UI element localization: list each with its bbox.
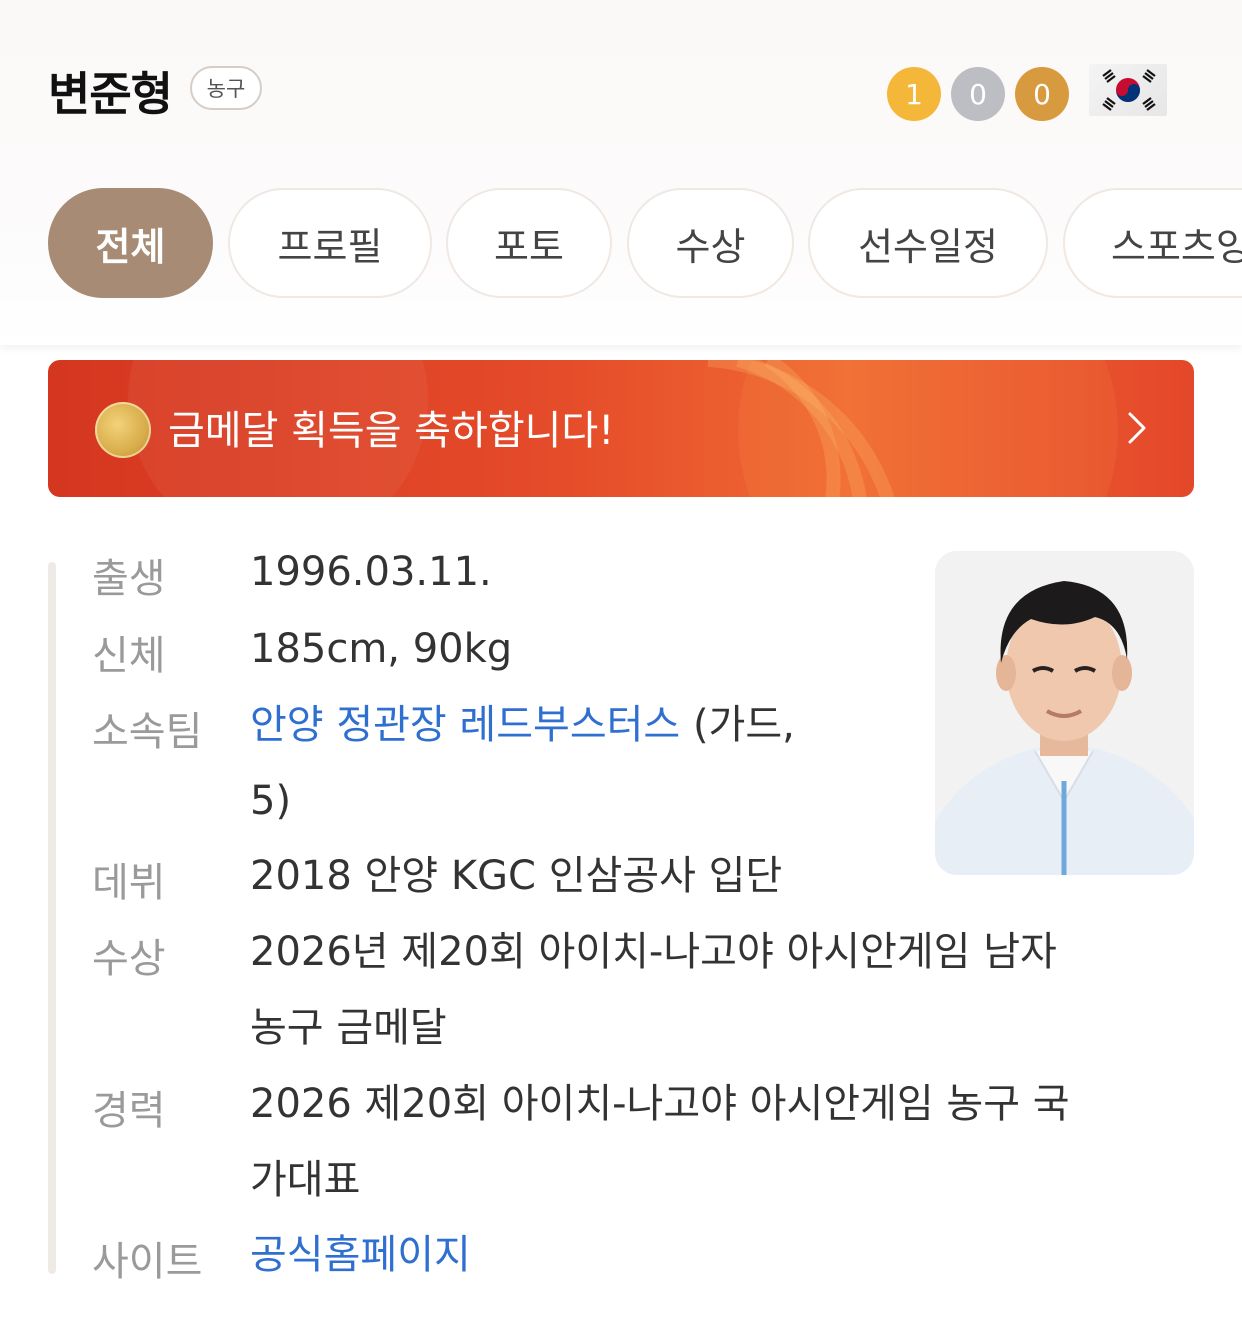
career-value-line1: 2026 제20회 아이치-나고야 아시안게임 농구 국	[250, 1081, 1070, 1127]
debut-label: 데뷔	[92, 860, 166, 906]
athlete-photo[interactable]	[935, 551, 1194, 875]
tab-sporting[interactable]: 스포츠잉	[1063, 188, 1242, 298]
gold-medal-count: 1	[887, 67, 941, 121]
athlete-name: 변준형	[48, 67, 173, 121]
sport-badge: 농구	[190, 66, 262, 110]
team-value: 안양 정관장 레드부스터스 (가드,	[250, 687, 795, 763]
birth-label: 출생	[92, 556, 166, 602]
body-label: 신체	[92, 633, 166, 679]
team-position: (가드,	[680, 702, 795, 748]
site-label: 사이트	[92, 1239, 203, 1285]
award-value-line1: 2026년 제20회 아이치-나고야 아시안게임 남자	[250, 929, 1057, 975]
athlete-header: 변준형 농구 1 0 0 전체 프로필 포토 수상 선수일정 스포츠잉	[0, 0, 1242, 345]
body-value: 185cm, 90kg	[250, 626, 513, 672]
career-value-line2: 가대표	[250, 1157, 361, 1203]
gold-medal-icon	[95, 402, 151, 458]
career-label: 경력	[92, 1088, 166, 1134]
team-label: 소속팀	[92, 709, 203, 755]
south-korea-flag-icon	[1089, 64, 1167, 116]
team-link[interactable]: 안양 정관장 레드부스터스	[250, 702, 680, 748]
bronze-medal-count: 0	[1015, 67, 1069, 121]
birth-value: 1996.03.11.	[250, 549, 492, 595]
team-number: 5)	[250, 778, 292, 824]
tab-photo[interactable]: 포토	[446, 188, 612, 298]
gold-medal-banner[interactable]: 금메달 획득을 축하합니다!	[48, 360, 1194, 497]
info-divider	[48, 562, 56, 1274]
award-value-line2: 농구 금메달	[250, 1005, 447, 1051]
award-label: 수상	[92, 936, 166, 982]
tab-all[interactable]: 전체	[48, 188, 213, 298]
tab-schedule[interactable]: 선수일정	[808, 188, 1048, 298]
silver-medal-count: 0	[951, 67, 1005, 121]
tab-awards[interactable]: 수상	[627, 188, 794, 298]
banner-text: 금메달 획득을 축하합니다!	[168, 408, 615, 454]
debut-value: 2018 안양 KGC 인삼공사 입단	[250, 853, 783, 899]
chevron-right-icon	[1128, 412, 1146, 444]
official-site-link[interactable]: 공식홈페이지	[250, 1217, 471, 1293]
tab-profile[interactable]: 프로필	[228, 188, 432, 298]
